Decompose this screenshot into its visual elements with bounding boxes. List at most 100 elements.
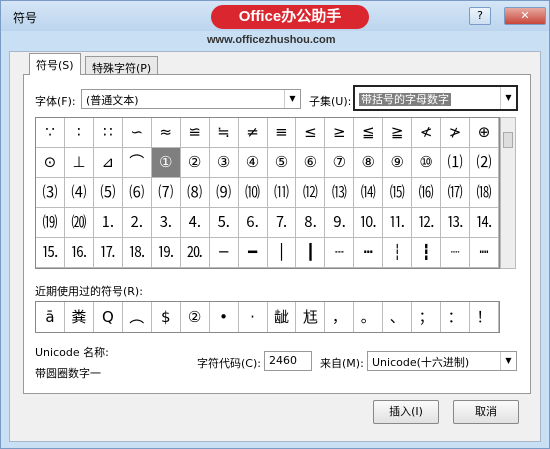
symbol-cell[interactable]: ⑺	[151, 178, 181, 208]
chevron-down-icon[interactable]: ▼	[284, 90, 300, 108]
symbol-cell[interactable]: ⑦	[325, 148, 355, 178]
symbol-cell[interactable]: ∷	[93, 118, 123, 148]
symbol-cell[interactable]: ⒄	[441, 178, 471, 208]
symbol-cell[interactable]: ≧	[383, 118, 413, 148]
symbol-cell[interactable]: ⑴	[441, 148, 471, 178]
symbol-cell[interactable]: ≈	[151, 118, 181, 148]
symbol-cell[interactable]: ≦	[354, 118, 384, 148]
recent-symbol-cell[interactable]: ︵	[123, 302, 152, 332]
symbol-cell[interactable]: ⌒	[122, 148, 152, 178]
recent-symbol-cell[interactable]: 粪	[65, 302, 94, 332]
symbol-cell[interactable]: ⊿	[93, 148, 123, 178]
symbol-cell[interactable]: ⑽	[238, 178, 268, 208]
symbol-cell[interactable]: ⒂	[383, 178, 413, 208]
cancel-button[interactable]: 取消	[453, 400, 519, 424]
symbol-cell[interactable]: ⑶	[36, 178, 65, 208]
recent-symbol-cell[interactable]: $	[152, 302, 181, 332]
symbol-cell[interactable]: ⒕	[470, 208, 499, 238]
symbol-cell[interactable]: ⑿	[296, 178, 326, 208]
symbol-cell[interactable]: ≌	[180, 118, 210, 148]
symbol-cell[interactable]: ①	[151, 148, 181, 178]
symbol-cell[interactable]: ⒎	[267, 208, 297, 238]
symbol-cell[interactable]: ≯	[441, 118, 471, 148]
symbol-cell[interactable]: ≮	[412, 118, 442, 148]
scrollbar-thumb[interactable]	[503, 132, 513, 148]
recent-symbol-cell[interactable]: ！	[470, 302, 499, 332]
symbol-cell[interactable]: ┉	[470, 238, 499, 268]
symbol-cell[interactable]: ─	[209, 238, 239, 268]
symbol-cell[interactable]: ⑻	[180, 178, 210, 208]
symbol-cell[interactable]: ⒋	[180, 208, 210, 238]
recent-symbol-cell[interactable]: ：	[441, 302, 471, 332]
symbol-cell[interactable]: ⑾	[267, 178, 297, 208]
recent-symbol-cell[interactable]: 。	[354, 302, 384, 332]
symbol-cell[interactable]: ⒗	[64, 238, 94, 268]
symbol-cell[interactable]: ⒍	[238, 208, 268, 238]
symbol-cell[interactable]: ⒇	[64, 208, 94, 238]
symbol-cell[interactable]: ⒌	[209, 208, 239, 238]
symbol-cell[interactable]: ┃	[296, 238, 326, 268]
symbol-cell[interactable]: ⒅	[470, 178, 499, 208]
symbol-cell[interactable]: ⑩	[412, 148, 442, 178]
recent-symbol-cell[interactable]: •	[210, 302, 239, 332]
symbol-cell[interactable]: ∵	[36, 118, 65, 148]
symbol-cell[interactable]: ┅	[354, 238, 384, 268]
symbol-grid-scrollbar[interactable]	[500, 117, 516, 269]
symbol-cell[interactable]: ≒	[209, 118, 239, 148]
symbol-cell[interactable]: ④	[238, 148, 268, 178]
recent-symbol-cell[interactable]: ā	[36, 302, 65, 332]
symbol-cell[interactable]: ⒆	[36, 208, 65, 238]
symbol-cell[interactable]: ⒈	[93, 208, 123, 238]
symbol-cell[interactable]: ⒁	[354, 178, 384, 208]
symbol-cell[interactable]: ━	[238, 238, 268, 268]
help-button[interactable]: ?	[469, 7, 491, 25]
subset-select[interactable]: 带括号的字母数字 ▼	[353, 85, 518, 111]
symbol-cell[interactable]: ⊥	[64, 148, 94, 178]
close-button[interactable]: ✕	[504, 7, 546, 25]
symbol-cell[interactable]: ≠	[238, 118, 268, 148]
symbol-cell[interactable]: ∽	[122, 118, 152, 148]
symbol-cell[interactable]: ⑷	[64, 178, 94, 208]
recent-symbol-cell[interactable]: 龇	[268, 302, 297, 332]
symbol-cell[interactable]: ∶	[64, 118, 94, 148]
symbol-cell[interactable]: ≡	[267, 118, 297, 148]
symbol-cell[interactable]: ⒀	[325, 178, 355, 208]
symbol-cell[interactable]: ⒔	[441, 208, 471, 238]
recent-symbol-cell[interactable]: ，	[325, 302, 355, 332]
symbol-cell[interactable]: ⑵	[470, 148, 499, 178]
symbol-cell[interactable]: ⒘	[93, 238, 123, 268]
symbol-cell[interactable]: ⒖	[36, 238, 65, 268]
recent-symbol-cell[interactable]: 尪	[296, 302, 326, 332]
font-select[interactable]: (普通文本) ▼	[81, 89, 301, 109]
symbol-cell[interactable]: ⒒	[383, 208, 413, 238]
symbol-cell[interactable]: ③	[209, 148, 239, 178]
symbol-cell[interactable]: ⑹	[122, 178, 152, 208]
symbol-cell[interactable]: ≥	[325, 118, 355, 148]
symbol-cell[interactable]: ⒃	[412, 178, 442, 208]
insert-button[interactable]: 插入(I)	[373, 400, 439, 424]
symbol-cell[interactable]: ⊕	[470, 118, 499, 148]
symbol-cell[interactable]: ┈	[441, 238, 471, 268]
recent-symbol-cell[interactable]: ；	[412, 302, 442, 332]
symbol-cell[interactable]: ②	[180, 148, 210, 178]
symbol-cell[interactable]: ┇	[412, 238, 442, 268]
symbol-cell[interactable]: ⑼	[209, 178, 239, 208]
symbol-cell[interactable]: ⑤	[267, 148, 297, 178]
recent-symbol-cell[interactable]: 、	[383, 302, 413, 332]
symbol-cell[interactable]: ⒚	[151, 238, 181, 268]
recent-symbol-cell[interactable]: Q	[94, 302, 123, 332]
symbol-cell[interactable]: ⒛	[180, 238, 210, 268]
chevron-down-icon[interactable]: ▼	[500, 87, 516, 109]
symbol-cell[interactable]: ┆	[383, 238, 413, 268]
symbol-cell[interactable]: ⒓	[412, 208, 442, 238]
symbol-cell[interactable]: ⒉	[122, 208, 152, 238]
chevron-down-icon[interactable]: ▼	[500, 352, 516, 370]
symbol-cell[interactable]: ⊙	[36, 148, 65, 178]
symbol-cell[interactable]: ⑥	[296, 148, 326, 178]
recent-symbol-cell[interactable]: ②	[181, 302, 210, 332]
tab-special-characters[interactable]: 特殊字符(P)	[85, 56, 159, 75]
symbol-cell[interactable]: ⑧	[354, 148, 384, 178]
symbol-cell[interactable]: ⒏	[296, 208, 326, 238]
tab-symbols[interactable]: 符号(S)	[29, 53, 81, 75]
symbol-cell[interactable]: │	[267, 238, 297, 268]
